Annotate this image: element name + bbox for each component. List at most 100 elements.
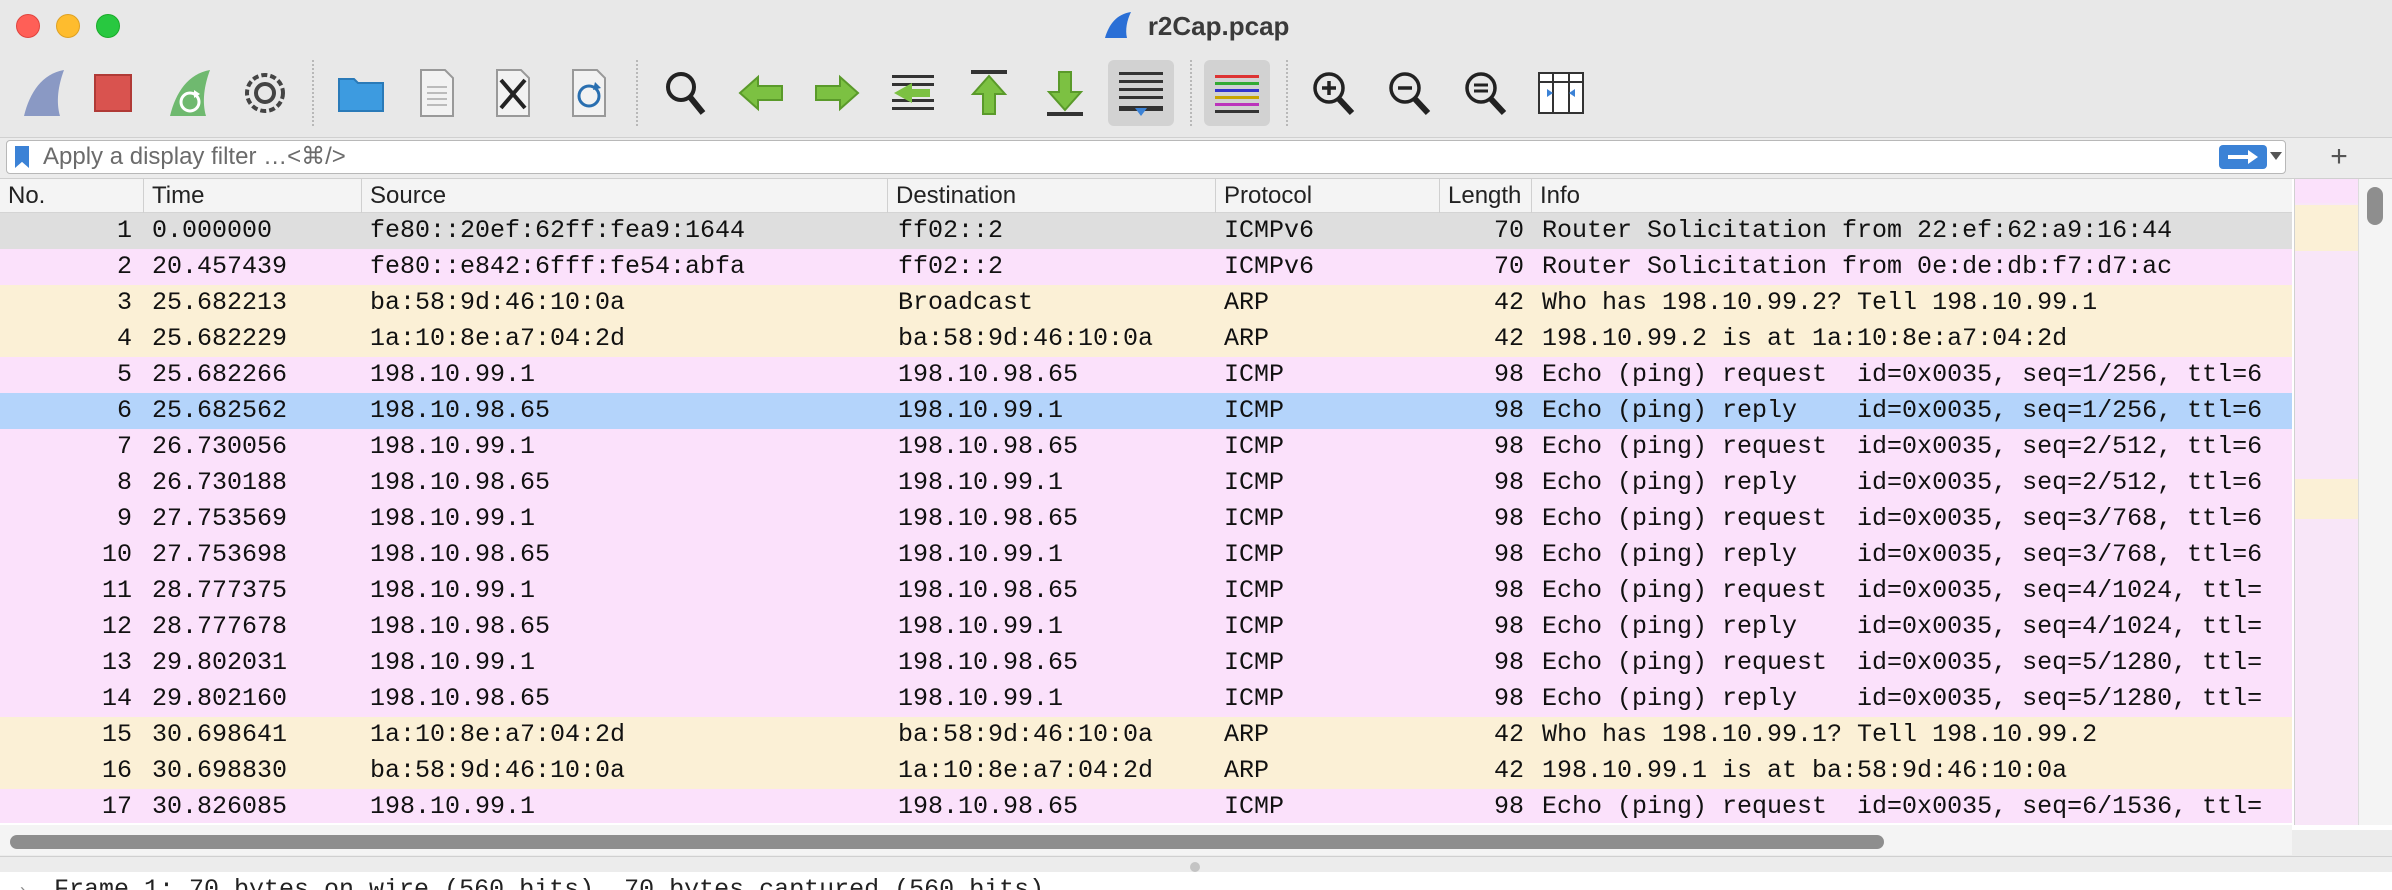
resize-columns-icon bbox=[1538, 72, 1584, 114]
normal-size-button[interactable] bbox=[1452, 60, 1518, 126]
packet-row[interactable]: 11 28.777375 198.10.99.1 198.10.98.65 ICMP 98… bbox=[0, 573, 2292, 609]
filter-bookmark-icon[interactable] bbox=[15, 146, 29, 168]
cell-time: 28.777375 bbox=[152, 576, 288, 605]
cell-info: Echo (ping) request id=0x0035, seq=5/128… bbox=[1542, 648, 2263, 677]
detail-frame-line[interactable]: Frame 1: 70 bytes on wire (560 bits), 70… bbox=[54, 872, 1044, 890]
cell-info: Echo (ping) request id=0x0035, seq=3/768… bbox=[1542, 504, 2263, 533]
cell-no: 6 bbox=[116, 396, 132, 425]
last-packet-button[interactable] bbox=[1032, 60, 1098, 126]
apply-arrow-icon bbox=[2228, 150, 2258, 164]
cell-info: 198.10.99.2 is at 1a:10:8e:a7:04:2d bbox=[1542, 324, 2068, 353]
zoom-in-button[interactable] bbox=[1300, 60, 1366, 126]
packet-row[interactable]: 17 30.826085 198.10.99.1 198.10.98.65 ICMP 98… bbox=[0, 789, 2292, 823]
column-header-no[interactable]: No. bbox=[0, 179, 144, 213]
filter-history-button[interactable] bbox=[2269, 149, 2283, 163]
first-packet-icon bbox=[970, 70, 1008, 115]
add-filter-button[interactable]: + bbox=[2322, 140, 2356, 174]
cell-length: 98 bbox=[1493, 360, 1524, 389]
cell-destination: 198.10.99.1 bbox=[898, 396, 1064, 425]
packet-row[interactable]: 8 26.730188 198.10.98.65 198.10.99.1 ICMP 98 E… bbox=[0, 465, 2292, 501]
cell-length: 98 bbox=[1493, 612, 1524, 641]
packet-row[interactable]: 5 25.682266 198.10.99.1 198.10.98.65 ICMP 98 E… bbox=[0, 357, 2292, 393]
packet-row[interactable]: 16 30.698830 ba:58:9d:46:10:0a 1a:10:8e:a7:… bbox=[0, 753, 2292, 789]
apply-filter-button[interactable] bbox=[2219, 145, 2267, 169]
cell-source: 198.10.98.65 bbox=[370, 612, 551, 641]
cell-source: 198.10.99.1 bbox=[370, 648, 536, 677]
go-back-button[interactable] bbox=[728, 60, 794, 126]
cell-source: ba:58:9d:46:10:0a bbox=[370, 288, 626, 317]
cell-no: 16 bbox=[101, 756, 132, 785]
packet-row[interactable]: 3 25.682213 ba:58:9d:46:10:0a Broadcast ARP 4… bbox=[0, 285, 2292, 321]
go-forward-button[interactable] bbox=[804, 60, 870, 126]
horizontal-scroll-thumb[interactable] bbox=[10, 835, 1884, 849]
splitter-handle[interactable] bbox=[1190, 862, 1200, 872]
column-header-time[interactable]: Time bbox=[144, 179, 362, 213]
restart-capture-button[interactable] bbox=[156, 60, 222, 126]
vertical-scrollbar[interactable] bbox=[2358, 179, 2392, 825]
packet-row[interactable]: 7 26.730056 198.10.99.1 198.10.98.65 ICMP 98 E… bbox=[0, 429, 2292, 465]
packet-row[interactable]: 1 0.000000 fe80::20ef:62ff:fea9:1644 ff02::… bbox=[0, 213, 2292, 249]
cell-length: 98 bbox=[1493, 648, 1524, 677]
open-file-button[interactable] bbox=[328, 60, 394, 126]
packet-row[interactable]: 6 25.682562 198.10.98.65 198.10.99.1 ICMP 98 E… bbox=[0, 393, 2292, 429]
cell-info: Echo (ping) reply id=0x0035, seq=4/1024,… bbox=[1542, 612, 2263, 641]
minimap-band bbox=[2295, 479, 2359, 519]
cell-time: 20.457439 bbox=[152, 252, 288, 281]
horizontal-scrollbar[interactable] bbox=[0, 825, 2292, 855]
packet-details-pane: › Frame 1: 70 bytes on wire (560 bits), … bbox=[0, 872, 2392, 890]
start-capture-button[interactable] bbox=[10, 60, 76, 126]
column-header-destination[interactable]: Destination bbox=[888, 179, 1216, 213]
cell-protocol: ICMPv6 bbox=[1224, 216, 1315, 245]
vertical-scroll-thumb[interactable] bbox=[2367, 187, 2383, 225]
cell-protocol: ICMP bbox=[1224, 396, 1285, 425]
find-packet-button[interactable] bbox=[652, 60, 718, 126]
expand-arrow-icon[interactable]: › bbox=[20, 880, 26, 890]
packet-minimap[interactable] bbox=[2294, 179, 2359, 825]
save-file-button[interactable] bbox=[404, 60, 470, 126]
packet-row[interactable]: 15 30.698641 1a:10:8e:a7:04:2d ba:58:9d:46:… bbox=[0, 717, 2292, 753]
resize-columns-button[interactable] bbox=[1528, 60, 1594, 126]
cell-source: 198.10.99.1 bbox=[370, 504, 536, 533]
packet-row[interactable]: 14 29.802160 198.10.98.65 198.10.99.1 ICMP 98… bbox=[0, 681, 2292, 717]
zoom-in-icon bbox=[1313, 72, 1355, 116]
close-file-button[interactable] bbox=[480, 60, 546, 126]
packet-list: No. Time Source Destination Protocol Len… bbox=[0, 178, 2392, 855]
go-to-packet-button[interactable] bbox=[880, 60, 946, 126]
stop-capture-button[interactable] bbox=[80, 60, 146, 126]
cell-info: Echo (ping) request id=0x0035, seq=4/102… bbox=[1542, 576, 2263, 605]
cell-destination: 198.10.99.1 bbox=[898, 540, 1064, 569]
display-filter-input[interactable] bbox=[43, 143, 2203, 171]
first-packet-button[interactable] bbox=[956, 60, 1022, 126]
cell-source: 198.10.99.1 bbox=[370, 432, 536, 461]
cell-time: 25.682562 bbox=[152, 396, 288, 425]
packet-row[interactable]: 4 25.682229 1a:10:8e:a7:04:2d ba:58:9d:46:1… bbox=[0, 321, 2292, 357]
last-packet-icon bbox=[1046, 71, 1084, 116]
cell-length: 98 bbox=[1493, 576, 1524, 605]
go-back-icon bbox=[738, 74, 783, 112]
colorize-button[interactable] bbox=[1204, 60, 1270, 126]
column-header-source[interactable]: Source bbox=[362, 179, 888, 213]
column-header-protocol[interactable]: Protocol bbox=[1216, 179, 1440, 213]
cell-info: Who has 198.10.99.2? Tell 198.10.99.1 bbox=[1542, 288, 2098, 317]
column-header-length[interactable]: Length bbox=[1440, 179, 1532, 213]
packet-row[interactable]: 2 20.457439 fe80::e842:6fff:fe54:abfa ff02:… bbox=[0, 249, 2292, 285]
window-title-wrap: r2Cap.pcap bbox=[0, 10, 2392, 42]
reload-file-button[interactable] bbox=[556, 60, 622, 126]
packet-row[interactable]: 10 27.753698 198.10.98.65 198.10.99.1 ICMP 98… bbox=[0, 537, 2292, 573]
cell-info: Router Solicitation from 22:ef:62:a9:16:… bbox=[1542, 216, 2173, 245]
cell-destination: ff02::2 bbox=[898, 252, 1004, 281]
cell-protocol: ICMP bbox=[1224, 684, 1285, 713]
cell-time: 25.682213 bbox=[152, 288, 288, 317]
zoom-out-button[interactable] bbox=[1376, 60, 1442, 126]
cell-info: Echo (ping) request id=0x0035, seq=2/512… bbox=[1542, 432, 2263, 461]
column-header-info[interactable]: Info bbox=[1532, 179, 2292, 213]
cell-length: 98 bbox=[1493, 540, 1524, 569]
cell-source: ba:58:9d:46:10:0a bbox=[370, 756, 626, 785]
packet-row[interactable]: 12 28.777678 198.10.98.65 198.10.99.1 ICMP 98… bbox=[0, 609, 2292, 645]
autoscroll-button[interactable] bbox=[1108, 60, 1174, 126]
cell-protocol: ICMP bbox=[1224, 612, 1285, 641]
capture-options-button[interactable] bbox=[232, 60, 298, 126]
packet-row[interactable]: 9 27.753569 198.10.99.1 198.10.98.65 ICMP 98 E… bbox=[0, 501, 2292, 537]
packet-row[interactable]: 13 29.802031 198.10.99.1 198.10.98.65 ICMP 98… bbox=[0, 645, 2292, 681]
cell-length: 70 bbox=[1493, 216, 1524, 245]
